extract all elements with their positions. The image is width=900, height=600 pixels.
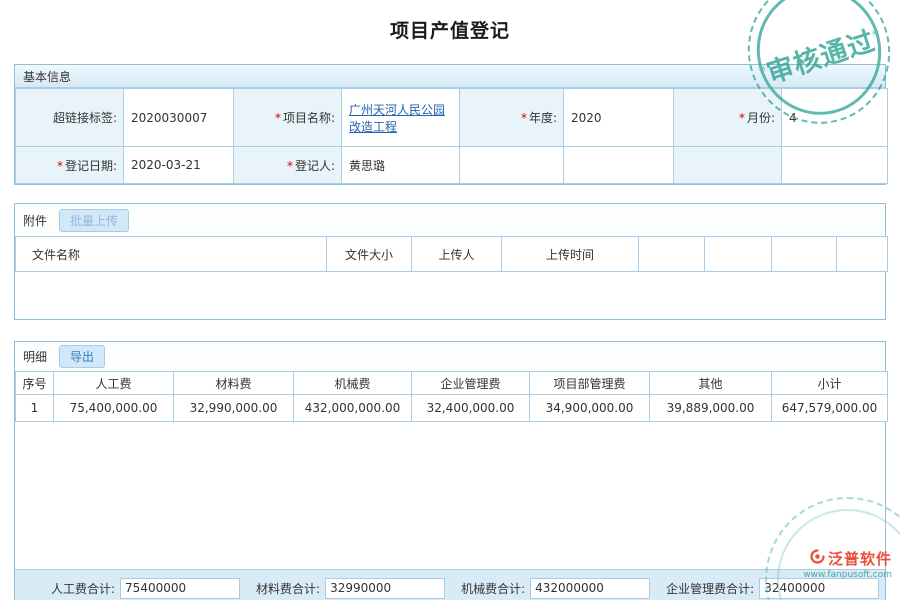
project-name-label: *项目名称:	[234, 89, 342, 147]
year-value: 2020	[564, 89, 674, 147]
details-cell-enterprise-mgmt: 32,400,000.00	[412, 395, 530, 422]
details-cell-machinery: 432,000,000.00	[294, 395, 412, 422]
details-column-header: 材料费	[174, 372, 294, 395]
material-total-group: 材料费合计:	[256, 578, 445, 599]
empty-cell	[564, 147, 674, 184]
register-date-label: *登记日期:	[16, 147, 124, 184]
enterprise-mgmt-total-input[interactable]	[759, 578, 879, 599]
material-total-input[interactable]	[325, 578, 445, 599]
details-column-header: 人工费	[54, 372, 174, 395]
month-value: 4	[782, 89, 888, 147]
basic-info-row: *登记日期: 2020-03-21 *登记人: 黄思璐	[16, 147, 888, 184]
details-data-row: 1 75,400,000.00 32,990,000.00 432,000,00…	[16, 395, 888, 422]
empty-cell	[674, 147, 782, 184]
machinery-total-label: 机械费合计:	[461, 580, 525, 597]
brand-url: www.fanpusoft.com	[803, 570, 892, 580]
machinery-total-input[interactable]	[530, 578, 650, 599]
basic-info-row: 超链接标签: 2020030007 *项目名称: 广州天河人民公园改造工程 *年…	[16, 89, 888, 147]
labor-total-label: 人工费合计:	[51, 580, 115, 597]
machinery-total-group: 机械费合计:	[461, 578, 650, 599]
attachments-column-header	[772, 237, 837, 272]
details-column-header: 小计	[772, 372, 888, 395]
attachments-column-header	[837, 237, 888, 272]
empty-cell	[460, 147, 564, 184]
details-cell-labor: 75,400,000.00	[54, 395, 174, 422]
fanpu-logo-icon	[810, 549, 825, 568]
required-mark: *	[287, 159, 293, 173]
attachments-column-header	[639, 237, 705, 272]
attachments-column-header: 文件大小	[327, 237, 412, 272]
basic-info-title: 基本信息	[23, 68, 71, 85]
brand-name: 泛普软件	[828, 548, 892, 569]
basic-info-table: 超链接标签: 2020030007 *项目名称: 广州天河人民公园改造工程 *年…	[15, 88, 888, 184]
hyperlink-tag-label: 超链接标签:	[16, 89, 124, 147]
details-cell-material: 32,990,000.00	[174, 395, 294, 422]
details-column-header: 其他	[650, 372, 772, 395]
attachments-column-header: 文件名称	[16, 237, 327, 272]
enterprise-mgmt-total-label: 企业管理费合计:	[666, 580, 754, 597]
empty-cell	[782, 147, 888, 184]
details-header-row: 序号 人工费 材料费 机械费 企业管理费 项目部管理费 其他 小计	[16, 372, 888, 395]
details-totals-bar: 人工费合计: 材料费合计: 机械费合计: 企业管理费合计:	[15, 569, 885, 600]
details-column-header: 项目部管理费	[530, 372, 650, 395]
attachments-column-header: 上传时间	[502, 237, 639, 272]
basic-info-section: 基本信息 超链接标签: 2020030007 *项目名称: 广州天河人民公园改造…	[14, 64, 886, 185]
attachments-section: 附件 批量上传 文件名称 文件大小 上传人 上传时间	[14, 203, 886, 320]
details-title: 明细	[23, 348, 47, 365]
required-mark: *	[275, 111, 281, 125]
details-cell-other: 39,889,000.00	[650, 395, 772, 422]
page-title: 项目产值登记	[0, 16, 900, 43]
required-mark: *	[521, 111, 527, 125]
batch-upload-button[interactable]: 批量上传	[59, 209, 129, 232]
attachments-column-header: 上传人	[412, 237, 502, 272]
details-column-header: 序号	[16, 372, 54, 395]
basic-info-header: 基本信息	[15, 65, 885, 88]
registrant-label: *登记人:	[234, 147, 342, 184]
required-mark: *	[57, 159, 63, 173]
page: 项目产值登记 ✳ 审核通过 ✳ 基本信息 超链接标签: 2020030007 *…	[0, 0, 900, 600]
details-cell-project-mgmt: 34,900,000.00	[530, 395, 650, 422]
attachments-title: 附件	[23, 212, 47, 229]
details-table: 序号 人工费 材料费 机械费 企业管理费 项目部管理费 其他 小计 1 75,4…	[15, 371, 888, 422]
project-name-link[interactable]: 广州天河人民公园改造工程	[349, 103, 445, 134]
registrant-value: 黄思璐	[342, 147, 460, 184]
details-column-header: 企业管理费	[412, 372, 530, 395]
details-cell-subtotal: 647,579,000.00	[772, 395, 888, 422]
required-mark: *	[739, 111, 745, 125]
attachments-table: 文件名称 文件大小 上传人 上传时间	[15, 236, 888, 272]
details-header: 明细 导出	[15, 342, 885, 371]
details-column-header: 机械费	[294, 372, 412, 395]
hyperlink-tag-value: 2020030007	[124, 89, 234, 147]
month-label: *月份:	[674, 89, 782, 147]
export-button[interactable]: 导出	[59, 345, 105, 368]
labor-total-input[interactable]	[120, 578, 240, 599]
labor-total-group: 人工费合计:	[51, 578, 240, 599]
register-date-value: 2020-03-21	[124, 147, 234, 184]
attachments-header: 附件 批量上传	[15, 204, 885, 236]
attachments-header-row: 文件名称 文件大小 上传人 上传时间	[16, 237, 888, 272]
project-name-cell: 广州天河人民公园改造工程	[342, 89, 460, 147]
details-cell-serial: 1	[16, 395, 54, 422]
enterprise-mgmt-total-group: 企业管理费合计:	[666, 578, 879, 599]
details-empty-area	[15, 422, 885, 569]
attachments-empty-body	[15, 272, 885, 318]
year-label: *年度:	[460, 89, 564, 147]
details-section: 明细 导出 序号 人工费 材料费 机械费 企业管理费 项目部管理费 其他 小计 …	[14, 341, 886, 600]
brand-row: 泛普软件	[803, 548, 892, 569]
material-total-label: 材料费合计:	[256, 580, 320, 597]
brand-footer: 泛普软件 www.fanpusoft.com	[803, 548, 892, 580]
attachments-column-header	[705, 237, 772, 272]
